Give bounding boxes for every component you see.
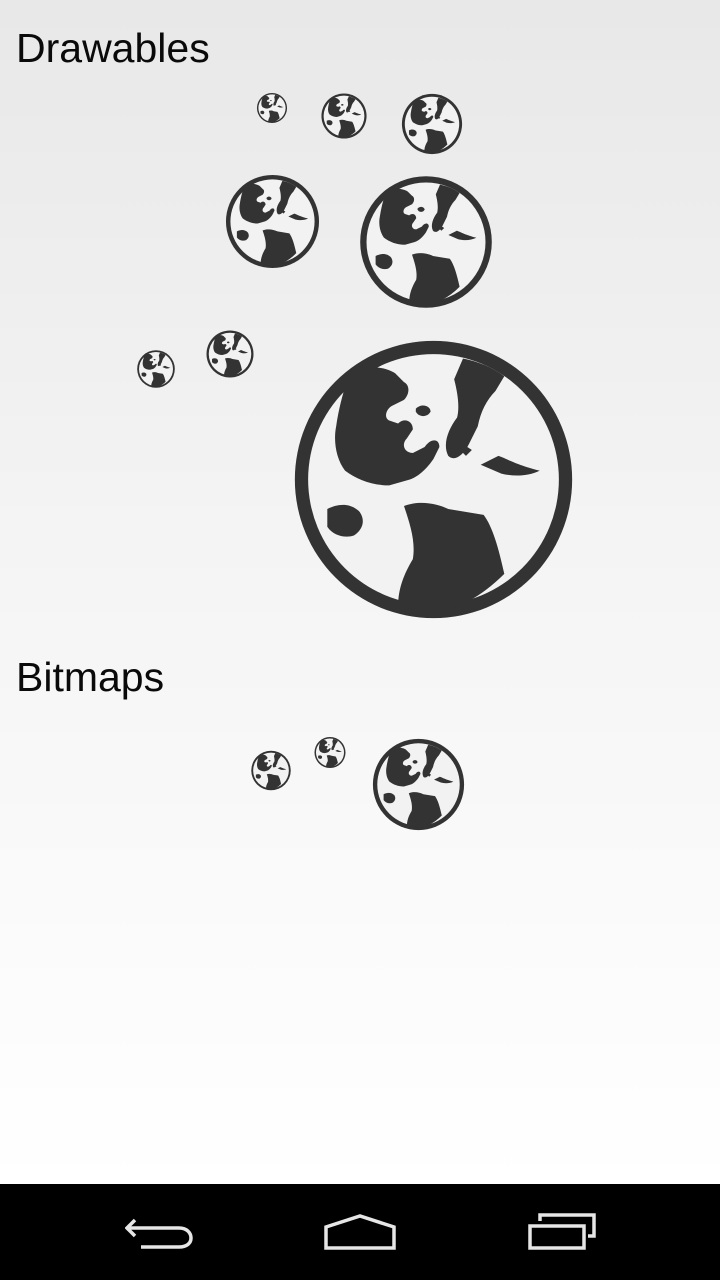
- bitmaps-section-title: Bitmaps: [16, 654, 165, 700]
- recents-icon: [526, 1212, 598, 1252]
- globe-icon: [256, 92, 288, 124]
- home-icon: [322, 1212, 398, 1252]
- system-navigation-bar: [0, 1184, 720, 1280]
- globe-icon: [370, 736, 467, 833]
- globe-icon: [223, 172, 322, 271]
- app-screen: Drawables Bitmaps: [0, 0, 720, 1184]
- globe-icon: [356, 172, 496, 312]
- recents-button[interactable]: [442, 1184, 682, 1280]
- globe-icon: [306, 736, 354, 769]
- globe-icon: [400, 92, 464, 156]
- globe-icon: [192, 329, 268, 379]
- back-icon: [125, 1212, 195, 1252]
- globe-icon: [286, 332, 581, 627]
- globe-icon: [320, 92, 368, 140]
- globe-icon: [250, 736, 292, 805]
- drawables-section-title: Drawables: [16, 25, 210, 71]
- globe-icon: [136, 329, 176, 409]
